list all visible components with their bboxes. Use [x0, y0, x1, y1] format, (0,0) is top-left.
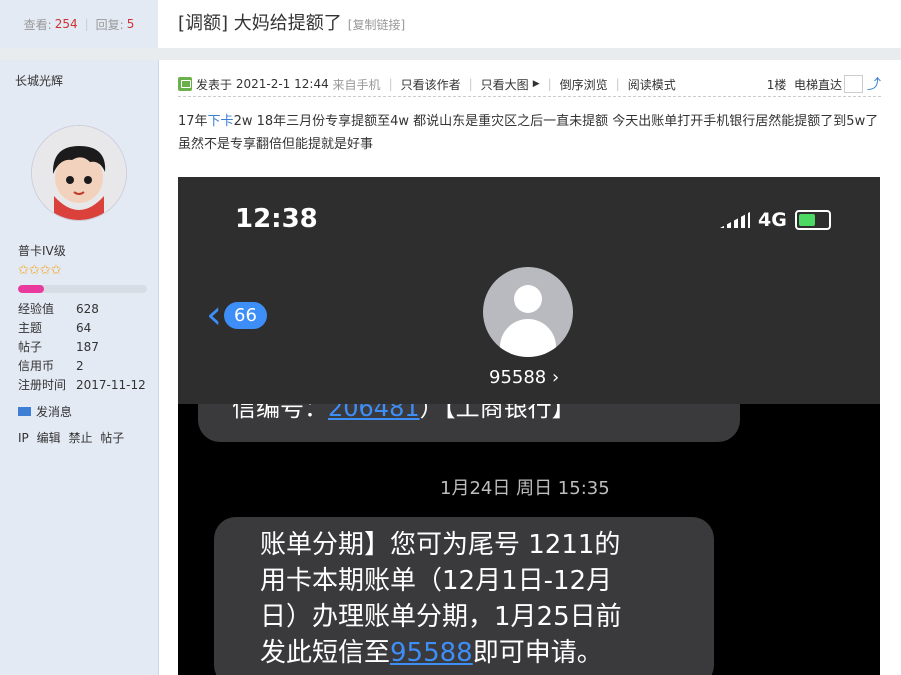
page-title: [调额] 大妈给提额了 [178, 13, 342, 34]
stat-label: 注册时间 [18, 378, 67, 392]
stat-label: 帖子 [18, 340, 43, 354]
post-content: 17年下卡2w 18年三月份专享提额至4w 都说山东是重灾区之后一直未提额 今天… [178, 110, 881, 156]
bubble-tail: ）【工商银行】 [419, 404, 576, 422]
rank-stars-icon: ✩✩✩✩ [18, 263, 62, 278]
stat-row: 信用币 2 [18, 357, 146, 376]
posted-prefix: 发表于 [196, 77, 233, 92]
keyword-link[interactable]: 下卡 [208, 114, 234, 129]
bubble-text: 发此短信至 [260, 638, 391, 668]
phone-time: 12:38 [235, 204, 318, 234]
phone-status: 4G [720, 209, 831, 231]
bubble-line: 账单分期】您可为尾号 1211的 [260, 530, 621, 560]
bubble-link: 206481 [328, 404, 420, 422]
author-sidebar: 长城光辉 普卡IV级 ✩✩✩✩ 经验值 628 主题 64 帖子 187 信用币 2 注… [0, 60, 159, 675]
meta-separator: | [615, 77, 620, 91]
only-author-link[interactable]: 只看该作者 [401, 76, 461, 93]
user-stats: 经验值 628 主题 64 帖子 187 信用币 2 注册时间 2017-11-12 [18, 300, 146, 395]
stat-value[interactable]: 187 [76, 338, 99, 357]
replies-count: 5 [126, 17, 135, 31]
post-image[interactable]: 12:38 4G ‹ 66 95588 › 信编号：206481）【工商银行】 … [178, 177, 880, 675]
send-message-button[interactable]: 发消息 [18, 403, 72, 420]
network-type: 4G [758, 209, 787, 231]
bubble-text: 即可申请。 [472, 638, 603, 668]
go-arrow-icon[interactable]: ⤴ [867, 74, 881, 94]
stats-separator: | [84, 17, 89, 31]
contact-avatar-icon [483, 267, 573, 357]
bubble-text: 信编号： [232, 404, 328, 422]
bubble-link: 95588 [390, 638, 473, 668]
meta-separator: | [388, 77, 393, 91]
views-label: 查看: [23, 17, 52, 32]
meta-separator: | [547, 77, 552, 91]
user-rank[interactable]: 普卡IV级 [18, 242, 66, 259]
replies-label: 回复: [95, 17, 124, 32]
sender-number: 95588 › [489, 367, 560, 388]
ban-link[interactable]: 禁止 [68, 431, 92, 445]
posts-link[interactable]: 帖子 [100, 431, 124, 445]
floor-controls: 1楼 电梯直达 ⤴ [767, 74, 881, 94]
thread-title-row: [调额] 大妈给提额了 [复制链接] [178, 9, 405, 35]
floor-number: 1楼 [766, 77, 787, 92]
views-count: 254 [54, 17, 78, 31]
post-text-start: 17年 [178, 114, 208, 129]
thread-stats: 查看: 254 | 回复: 5 [0, 0, 158, 48]
bubble-line: 日）办理账单分期，1月25日前 [260, 602, 622, 632]
stat-label: 经验值 [18, 302, 55, 316]
bubble-line: 用卡本期账单（12月1日-12月 [260, 566, 613, 596]
envelope-icon [18, 407, 31, 416]
stat-row: 主题 64 [18, 319, 146, 338]
copy-link[interactable]: [复制链接] [348, 16, 405, 33]
avatar[interactable] [32, 126, 126, 220]
post-text-body: 2w 18年三月份专享提额至4w 都说山东是重灾区之后一直未提额 今天出账单打开… [178, 114, 879, 152]
divider [0, 48, 901, 60]
stat-label: 信用币 [18, 359, 55, 373]
reverse-order-link[interactable]: 倒序浏览 [560, 76, 608, 93]
message-timestamp: 1月24日 周日 15:35 [440, 478, 610, 499]
stat-value[interactable]: 628 [76, 300, 99, 319]
unread-badge: 66 [224, 301, 267, 329]
chevron-left-icon: ‹ [206, 292, 222, 338]
back-button: ‹ 66 [206, 292, 267, 338]
send-message-label: 发消息 [36, 405, 73, 419]
stat-row: 帖子 187 [18, 338, 146, 357]
post-main: 发表于 2021-2-1 12:44 来自手机 | 只看该作者 | 只看大图 ▶ … [159, 60, 901, 675]
elevator-label: 电梯直达 [793, 77, 842, 92]
battery-icon [794, 210, 831, 230]
avatar-image [32, 126, 126, 220]
post-source: 来自手机 [332, 77, 381, 92]
level-progress [18, 285, 147, 293]
online-status-icon [178, 77, 192, 91]
admin-links: IP 编辑 禁止 帖子 [18, 429, 128, 446]
stat-row: 经验值 628 [18, 300, 146, 319]
triangle-right-icon[interactable]: ▶ [533, 79, 540, 89]
only-big-image-link[interactable]: 只看大图 [481, 76, 529, 93]
author-name[interactable]: 长城光辉 [15, 72, 63, 89]
ip-link[interactable]: IP [18, 431, 29, 445]
bubble-line: 发此短信至95588即可申请。 [260, 635, 714, 671]
message-bubble: 账单分期】您可为尾号 1211的 用卡本期账单（12月1日-12月 日）办理账单… [214, 517, 714, 675]
message-bubble: 信编号：206481）【工商银行】 [198, 404, 740, 442]
signal-icon [720, 212, 750, 228]
floor-jump-input[interactable] [844, 75, 863, 93]
level-progress-fill [18, 285, 44, 293]
thread-header: 查看: 254 | 回复: 5 [调额] 大妈给提额了 [复制链接] [0, 0, 901, 48]
phone-header: 12:38 4G ‹ 66 95588 › [178, 177, 880, 404]
post-date: 2021-2-1 12:44 [235, 77, 329, 91]
edit-link[interactable]: 编辑 [37, 431, 61, 445]
stat-value: 2017-11-12 [76, 378, 146, 392]
stat-value[interactable]: 64 [76, 319, 91, 338]
stat-value: 2 [76, 359, 84, 373]
stat-label: 主题 [18, 321, 43, 335]
reading-mode-link[interactable]: 阅读模式 [628, 76, 676, 93]
meta-separator: | [468, 77, 473, 91]
stat-row: 注册时间 2017-11-12 [18, 376, 146, 395]
post-meta-bar: 发表于 2021-2-1 12:44 来自手机 | 只看该作者 | 只看大图 ▶ … [178, 72, 881, 97]
